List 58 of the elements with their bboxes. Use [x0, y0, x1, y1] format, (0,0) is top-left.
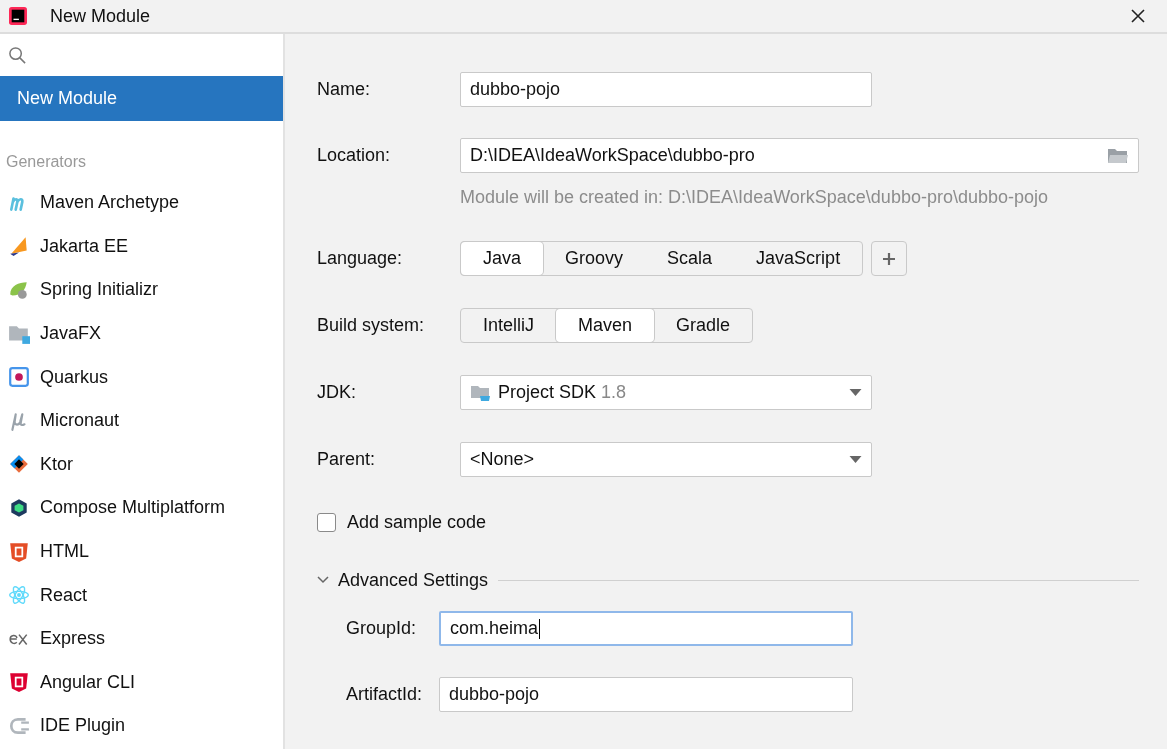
folder-icon[interactable] [1107, 146, 1129, 165]
generator-item[interactable]: Compose Multiplatform [0, 486, 283, 530]
chevron-icon[interactable] [317, 576, 329, 584]
folder-cup-icon [470, 383, 492, 402]
build-system-option[interactable]: Maven [556, 309, 655, 342]
field-label: JDK: [317, 382, 357, 403]
language-option[interactable]: Java [461, 242, 544, 275]
shield-icon [8, 540, 30, 563]
hexagon-icon [8, 496, 30, 519]
section-heading: Generators [5, 153, 88, 171]
artifact-id-field[interactable]: dubbo-pojo [439, 677, 853, 712]
parent-dropdown[interactable]: <None> [460, 442, 872, 477]
field-label: Location: [317, 145, 392, 166]
plus-icon [882, 251, 897, 266]
jdk-dropdown[interactable]: Project SDK 1.8 [460, 375, 872, 410]
language-option[interactable]: Scala [645, 242, 735, 275]
field-label: Build system: [317, 315, 426, 336]
generator-item[interactable]: Spring Initializr [0, 268, 283, 312]
generator-item[interactable]: React [0, 573, 283, 617]
generator-item[interactable]: IDE Plugin [0, 704, 283, 748]
shield-icon [8, 671, 30, 694]
square-icon [8, 366, 30, 389]
build-system-option[interactable]: Gradle [654, 309, 753, 342]
name-field[interactable]: dubbo-pojo [460, 72, 872, 107]
checkbox[interactable] [317, 512, 336, 532]
field-label: ArtifactId: [346, 684, 424, 705]
sidebar-item[interactable]: New Module [0, 76, 283, 121]
language-option[interactable]: JavaScript [734, 242, 863, 275]
leaf-icon [8, 279, 30, 301]
field-label: Parent: [317, 449, 377, 470]
language-option[interactable]: Groovy [543, 242, 646, 275]
generator-item[interactable]: Micronaut [0, 398, 283, 443]
field-label: Language: [317, 248, 404, 269]
atom-icon [8, 584, 30, 607]
generator-item[interactable]: Express [0, 616, 283, 661]
group-id-field[interactable]: com.heima [439, 611, 853, 646]
build-system-option[interactable]: IntelliJ [461, 309, 557, 342]
section-heading[interactable]: Advanced Settings [338, 569, 489, 591]
field-label: Name: [317, 79, 371, 100]
location-field[interactable]: D:\IDEA\IdeaWorkSpace\dubbo-pro [460, 138, 1139, 173]
generator-item[interactable]: HTML [0, 529, 283, 574]
location-hint: Module will be created in: D:\IDEA\IdeaWorkSpace\dubbo-pro\dubbo-pojo [460, 186, 1048, 209]
generator-item[interactable]: Jakarta EE [0, 224, 283, 269]
generator-item[interactable]: Quarkus [0, 355, 283, 399]
close-button[interactable] [1130, 8, 1146, 24]
generator-item[interactable]: Ktor [0, 442, 283, 487]
field-label: GroupId: [346, 618, 418, 639]
sail-icon [8, 235, 30, 258]
generator-item[interactable]: JavaFX [0, 311, 283, 356]
app-logo-icon [9, 6, 27, 26]
generator-item[interactable]: Angular CLI [0, 660, 283, 705]
generator-item[interactable]: Maven Archetype [0, 181, 283, 225]
dropdown-arrow-icon [849, 389, 862, 396]
search-icon[interactable] [8, 45, 27, 65]
window-title: New Module [50, 5, 151, 27]
checkbox-label: Add sample code [347, 511, 487, 533]
dropdown-arrow-icon [849, 456, 862, 463]
add-button[interactable] [871, 241, 908, 276]
